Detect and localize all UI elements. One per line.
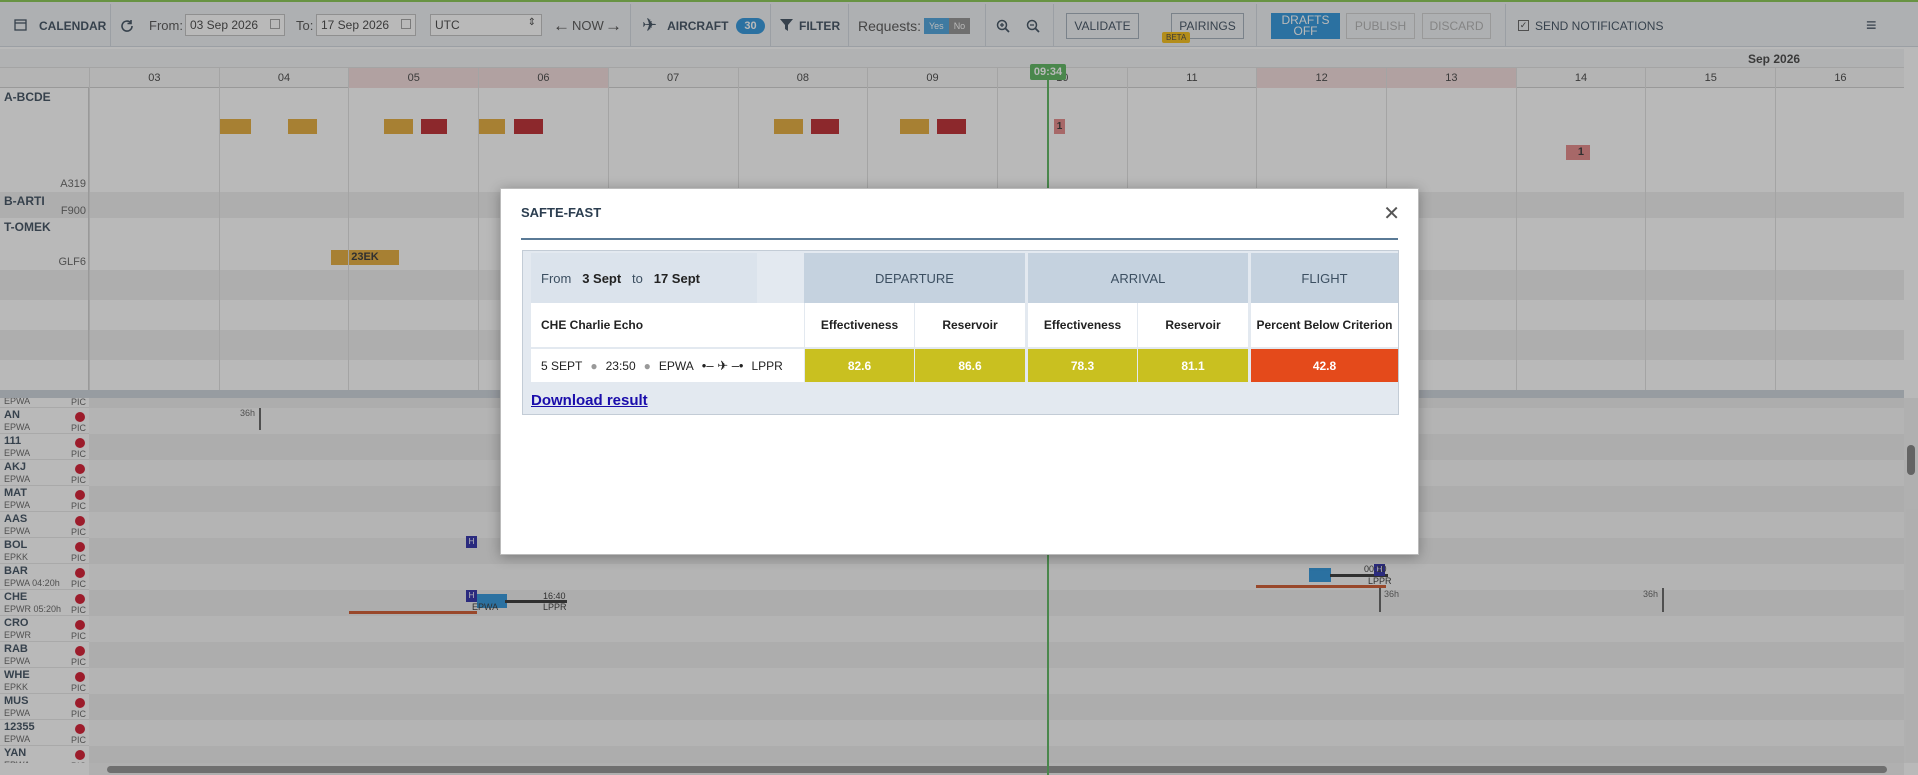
flight-row-info: 5 SEPT ● 23:50 ● EPWA •– ✈ –• LPPR	[531, 349, 804, 382]
crew-name: CHE Charlie Echo	[531, 303, 804, 347]
date-range: From 3 Sept to 17 Sept	[531, 253, 757, 303]
row-time: 23:50	[605, 358, 636, 373]
arrival-header: ARRIVAL	[1028, 253, 1248, 303]
title-underline	[521, 238, 1398, 240]
arr-effectiveness-label: Effectiveness	[1028, 303, 1137, 347]
close-icon[interactable]: ✕	[1383, 201, 1400, 226]
results-table: From 3 Sept to 17 Sept DEPARTURE ARRIVAL…	[522, 250, 1399, 415]
row-departure: EPWA	[658, 358, 694, 373]
download-result-link[interactable]: Download result	[531, 392, 648, 409]
flight-route-icon: •– ✈ –•	[701, 357, 744, 373]
departure-header: DEPARTURE	[804, 253, 1025, 303]
dialog-title: SAFTE-FAST	[521, 205, 602, 220]
arr-effectiveness-value: 78.3	[1028, 349, 1137, 382]
dep-effectiveness-label: Effectiveness	[805, 303, 914, 347]
safte-fast-dialog: SAFTE-FAST ✕ From 3 Sept to 17 Sept DEPA…	[500, 188, 1419, 555]
dep-effectiveness-value: 82.6	[805, 349, 914, 382]
row-date: 5 SEPT	[541, 358, 583, 373]
separator-dot-icon: ●	[590, 358, 598, 373]
separator-dot-icon: ●	[643, 358, 651, 373]
dep-reservoir-label: Reservoir	[915, 303, 1025, 347]
dep-reservoir-value: 86.6	[915, 349, 1025, 382]
arr-reservoir-value: 81.1	[1138, 349, 1248, 382]
arr-reservoir-label: Reservoir	[1138, 303, 1248, 347]
criterion-label: Percent Below Criterion	[1251, 303, 1398, 347]
row-arrival: LPPR	[751, 358, 783, 373]
flight-header: FLIGHT	[1251, 253, 1398, 303]
criterion-value: 42.8	[1251, 349, 1398, 382]
